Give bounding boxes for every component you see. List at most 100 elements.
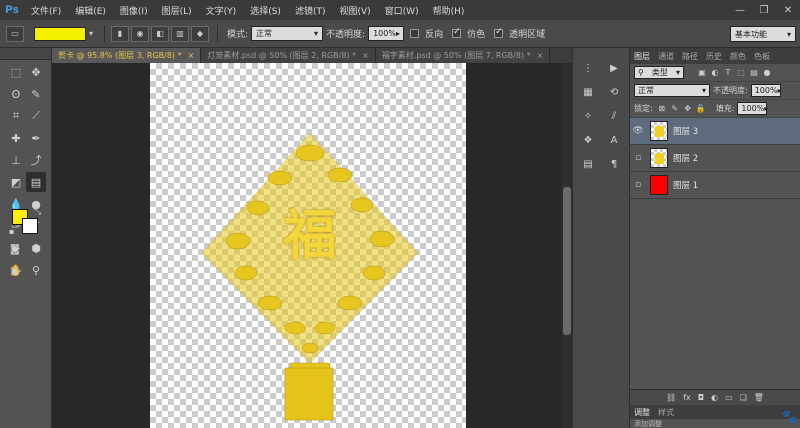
zoom-tool[interactable]: ⚲: [26, 260, 46, 280]
tab-adjustments[interactable]: 调整: [630, 407, 654, 418]
tab-history[interactable]: 历史: [702, 51, 726, 62]
mode-select[interactable]: 正常 ▾: [251, 26, 324, 41]
gradient-dropdown[interactable]: ▾: [86, 26, 96, 42]
layer-row[interactable]: ▫ 图层 2: [630, 145, 800, 172]
filter-pixel-icon[interactable]: ▣: [696, 67, 708, 79]
tool-preset-picker[interactable]: ▭: [6, 25, 24, 42]
paragraph-panel-icon[interactable]: ¶: [603, 154, 625, 174]
quick-mask-icon[interactable]: ◙: [10, 244, 20, 255]
menu-image[interactable]: 图像(I): [113, 4, 155, 17]
visibility-toggle[interactable]: ▫: [630, 153, 646, 163]
lock-all-icon[interactable]: 🔒: [695, 103, 707, 115]
reverse-checkbox[interactable]: [410, 29, 420, 38]
filter-kind-select[interactable]: ⚲ 类型 ▾: [634, 66, 684, 79]
panel-grip-icon[interactable]: ⋮: [577, 58, 599, 78]
fill-input[interactable]: 100% ▸: [737, 102, 768, 115]
restore-button[interactable]: ❐: [752, 0, 776, 20]
group-folder-icon[interactable]: ▭: [725, 393, 733, 402]
background-color-swatch[interactable]: [22, 218, 38, 234]
menu-layer[interactable]: 图层(L): [155, 4, 199, 17]
menu-help[interactable]: 帮助(H): [426, 4, 472, 17]
layer-mask-icon[interactable]: ◘: [698, 393, 704, 402]
history-panel-icon[interactable]: ⟲: [603, 82, 625, 102]
transparency-checkbox[interactable]: [494, 27, 504, 38]
notes-panel-icon[interactable]: ▤: [577, 154, 599, 174]
info-panel-icon[interactable]: ▦: [577, 82, 599, 102]
layer-style-icon[interactable]: fx: [683, 393, 691, 402]
close-icon[interactable]: ×: [362, 51, 369, 60]
adjustment-layer-icon[interactable]: ◐: [711, 393, 718, 402]
layer-row[interactable]: ▫ 图层 1: [630, 172, 800, 199]
play-actions-icon[interactable]: ▶: [603, 58, 625, 78]
brushes-panel-icon[interactable]: ✧: [577, 106, 599, 126]
linear-gradient-button[interactable]: ▮: [111, 25, 129, 42]
shape-tool[interactable]: ⬢: [26, 238, 46, 258]
close-icon[interactable]: ×: [537, 51, 544, 60]
tab-layers[interactable]: 图层: [630, 51, 654, 62]
diamond-gradient-button[interactable]: ◆: [191, 25, 209, 42]
lock-transparent-icon[interactable]: ⊠: [656, 103, 668, 115]
move-tool[interactable]: ✥: [26, 62, 46, 82]
lock-image-icon[interactable]: ✎: [669, 103, 681, 115]
toolbar-grip[interactable]: [0, 48, 51, 60]
scrollbar-thumb[interactable]: [563, 187, 571, 335]
trash-icon[interactable]: 🗑: [754, 393, 764, 402]
canvas[interactable]: 福: [150, 63, 466, 428]
character-panel-icon[interactable]: A: [603, 130, 625, 150]
link-layers-icon[interactable]: ⛓: [666, 393, 676, 402]
vertical-scrollbar[interactable]: [562, 63, 572, 428]
tab-lantern[interactable]: 灯笼素材.psd @ 50% (图层 2, RGB/8) * ×: [201, 48, 376, 63]
crop-tool[interactable]: ⌗: [6, 106, 26, 126]
brush-tool[interactable]: ✒: [26, 128, 46, 148]
menu-select[interactable]: 选择(S): [243, 4, 288, 17]
eyedropper-tool[interactable]: ⟋: [26, 106, 46, 126]
tab-channels[interactable]: 通道: [654, 51, 678, 62]
menu-filter[interactable]: 滤镜(T): [288, 4, 333, 17]
adjust-tools-icon[interactable]: ⫽: [603, 106, 625, 126]
quick-select-tool[interactable]: ✎: [26, 84, 46, 104]
clone-source-icon[interactable]: ❖: [577, 130, 599, 150]
lock-position-icon[interactable]: ✥: [682, 103, 694, 115]
tab-color[interactable]: 颜色: [726, 51, 750, 62]
tab-greeting-card[interactable]: 贺卡 @ 95.8% (图层 3, RGB/8) * ×: [52, 48, 202, 63]
default-colors-icon[interactable]: ▪: [9, 227, 14, 236]
filter-toggle-icon[interactable]: ●: [761, 67, 773, 79]
visibility-toggle[interactable]: ▫: [630, 180, 646, 190]
swap-colors-icon[interactable]: ⤡: [34, 207, 41, 217]
menu-file[interactable]: 文件(F): [24, 4, 68, 17]
eye-icon[interactable]: 👁: [630, 126, 646, 136]
dither-checkbox[interactable]: [452, 27, 462, 38]
menu-type[interactable]: 文字(Y): [199, 4, 244, 17]
minimize-button[interactable]: —: [728, 0, 752, 20]
reflected-gradient-button[interactable]: ▥: [171, 25, 189, 42]
radial-gradient-button[interactable]: ◉: [131, 25, 149, 42]
tab-fu-character[interactable]: 福字素材.psd @ 50% (图层 7, RGB/8) * ×: [375, 48, 551, 63]
filter-adjustment-icon[interactable]: ◐: [709, 67, 721, 79]
workspace-select[interactable]: 基本功能 ▾: [730, 26, 796, 42]
stamp-tool[interactable]: ⊥: [6, 150, 26, 170]
menu-window[interactable]: 窗口(W): [378, 4, 426, 17]
tab-styles[interactable]: 样式: [654, 407, 678, 418]
filter-type-icon[interactable]: T: [722, 67, 734, 79]
layer-opacity-input[interactable]: 100% ▸: [750, 84, 782, 97]
opacity-input[interactable]: 100% ▸: [368, 26, 405, 41]
new-layer-icon[interactable]: ❏: [740, 393, 747, 402]
filter-shape-icon[interactable]: ⬚: [735, 67, 747, 79]
healing-tool[interactable]: ✚: [6, 128, 26, 148]
angle-gradient-button[interactable]: ◧: [151, 25, 169, 42]
lasso-tool[interactable]: ʘ: [6, 84, 26, 104]
blend-mode-select[interactable]: 正常 ▾: [634, 84, 710, 97]
eraser-tool[interactable]: ◩: [6, 172, 26, 192]
filter-smart-icon[interactable]: ▤: [748, 67, 760, 79]
marquee-tool[interactable]: ⬚: [6, 62, 26, 82]
layer-row[interactable]: 👁 图层 3: [630, 118, 800, 145]
menu-edit[interactable]: 编辑(E): [68, 4, 113, 17]
gradient-tool[interactable]: ▤: [26, 172, 46, 192]
close-button[interactable]: ✕: [776, 0, 800, 20]
history-brush-tool[interactable]: ⤴: [26, 150, 46, 170]
menu-view[interactable]: 视图(V): [332, 4, 377, 17]
close-icon[interactable]: ×: [188, 51, 195, 60]
tab-paths[interactable]: 路径: [678, 51, 702, 62]
screen-mode-icon[interactable]: ▣: [10, 266, 19, 277]
gradient-preview[interactable]: [34, 26, 86, 41]
